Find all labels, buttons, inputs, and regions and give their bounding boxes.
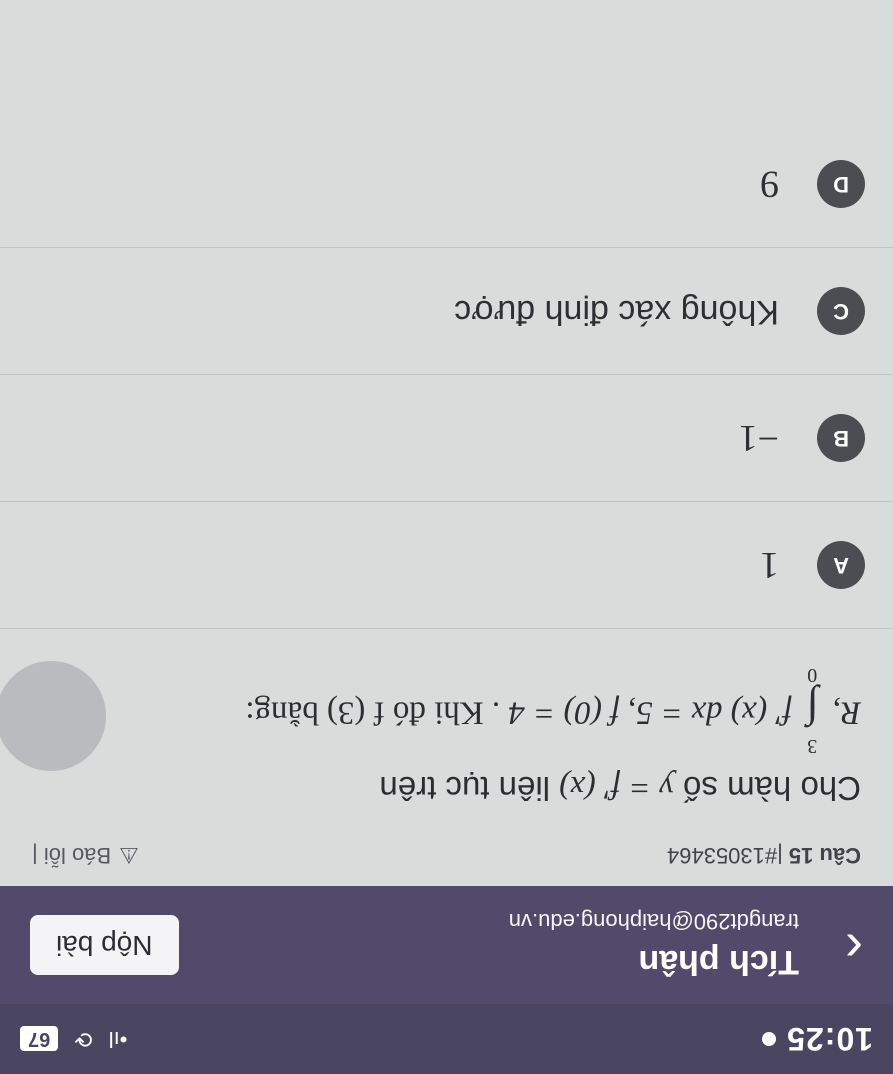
option-text: 9 bbox=[760, 163, 779, 206]
warning-icon: ⚠ bbox=[119, 843, 139, 868]
report-label: Báo lỗi | bbox=[32, 843, 112, 868]
question-content: Câu 15 |#13053464 ⚠ Báo lỗi | Cho hàm số… bbox=[0, 0, 893, 886]
option-letter: D bbox=[817, 160, 865, 209]
status-bar: 10:25 •ıl ⟳ 67 bbox=[0, 1004, 893, 1074]
initial-condition: f (0) = 4 bbox=[508, 694, 620, 731]
signal-icon: •ıl bbox=[108, 1027, 128, 1052]
option-letter: A bbox=[817, 541, 865, 590]
option-b[interactable]: B −1 bbox=[0, 375, 893, 503]
question-ending: . Khi đó f (3) bằng: bbox=[245, 694, 501, 731]
floating-action-button[interactable] bbox=[0, 661, 106, 771]
report-error-link[interactable]: ⚠ Báo lỗi | bbox=[32, 842, 139, 868]
status-time: 10:25 bbox=[786, 1021, 873, 1058]
user-email: trangdt290@haiphong.edu.vn bbox=[508, 909, 799, 935]
question-text-a: Cho hàm số bbox=[673, 770, 861, 807]
back-chevron-icon[interactable]: ‹ bbox=[813, 919, 863, 979]
option-d[interactable]: D 9 bbox=[0, 121, 893, 249]
option-text: 1 bbox=[760, 544, 779, 587]
integral-symbol: 3 ∫ 0 bbox=[806, 659, 818, 761]
question-id: |#13053464 bbox=[667, 843, 783, 868]
option-letter: B bbox=[817, 414, 865, 463]
app-header: ‹ Tích phân trangdt290@haiphong.edu.vn N… bbox=[0, 886, 893, 1004]
page-title: Tích phân bbox=[638, 943, 799, 982]
battery-indicator: 67 bbox=[20, 1026, 59, 1052]
submit-button[interactable]: Nộp bài bbox=[30, 915, 179, 975]
option-text: −1 bbox=[738, 417, 779, 460]
question-text: Cho hàm số y = f′ (x) liên tục trên R, 3… bbox=[0, 629, 893, 824]
question-text-b: liên tục trên bbox=[379, 770, 560, 807]
option-c[interactable]: C Không xác định được bbox=[0, 248, 893, 376]
integral-body: f′ (x) dx = 5 bbox=[636, 694, 793, 731]
option-a[interactable]: A 1 bbox=[0, 502, 893, 630]
question-number: Câu 15 bbox=[788, 843, 861, 868]
question-domain: R bbox=[840, 694, 861, 731]
question-meta: Câu 15 |#13053464 ⚠ Báo lỗi | bbox=[0, 824, 893, 886]
sync-icon: ⟳ bbox=[74, 1027, 93, 1052]
integral-sign-icon: ∫ bbox=[806, 685, 819, 735]
integral-lower: 0 bbox=[807, 664, 818, 687]
option-text: Không xác định được bbox=[454, 292, 779, 331]
option-letter: C bbox=[817, 287, 865, 336]
notification-dot-icon bbox=[762, 1032, 777, 1046]
question-function: y = f′ (x) bbox=[559, 769, 674, 805]
